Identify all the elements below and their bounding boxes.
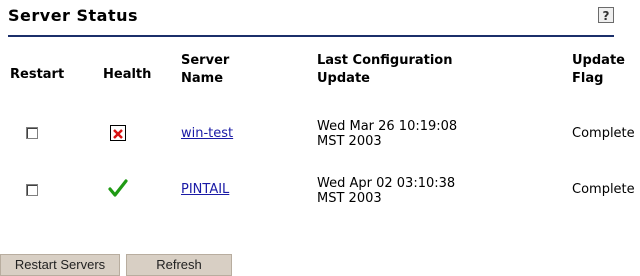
title-row: Server Status ? bbox=[8, 6, 614, 30]
column-header-last-update-line2: Update bbox=[317, 71, 370, 86]
restart-servers-button[interactable]: Restart Servers bbox=[0, 254, 120, 276]
last-update-win-test: Wed Mar 26 10:19:08 MST 2003 bbox=[317, 119, 457, 149]
error-x-icon bbox=[113, 129, 123, 139]
column-header-update-flag: Update Flag bbox=[572, 52, 632, 88]
page-title: Server Status bbox=[8, 6, 139, 25]
update-flag-win-test: Complete bbox=[572, 126, 635, 141]
restart-checkbox-pintail[interactable] bbox=[26, 184, 38, 196]
column-header-restart: Restart bbox=[10, 67, 65, 82]
column-header-update-flag-line2: Flag bbox=[572, 71, 604, 86]
column-header-last-update: Last Configuration Update bbox=[317, 52, 517, 88]
refresh-button[interactable]: Refresh bbox=[126, 254, 232, 276]
column-header-health: Health bbox=[103, 67, 152, 82]
last-update-line2: MST 2003 bbox=[317, 134, 382, 149]
column-header-update-flag-line1: Update bbox=[572, 53, 625, 68]
help-icon[interactable]: ? bbox=[598, 7, 614, 23]
update-flag-pintail: Complete bbox=[572, 182, 635, 197]
column-header-last-update-line1: Last Configuration bbox=[317, 53, 453, 68]
server-link-pintail[interactable]: PINTAIL bbox=[181, 182, 229, 197]
last-update-line2: MST 2003 bbox=[317, 191, 382, 206]
health-ok-checkmark-icon bbox=[108, 179, 128, 197]
last-update-line1: Wed Mar 26 10:19:08 bbox=[317, 119, 458, 134]
column-header-server-name-line2: Name bbox=[181, 71, 224, 86]
title-divider bbox=[8, 35, 614, 37]
server-link-win-test[interactable]: win-test bbox=[181, 126, 233, 141]
column-header-server-name-line1: Server bbox=[181, 53, 230, 68]
column-header-server-name: Server Name bbox=[181, 52, 271, 88]
health-error-icon bbox=[110, 125, 126, 141]
last-update-line1: Wed Apr 02 03:10:38 bbox=[317, 176, 456, 191]
last-update-pintail: Wed Apr 02 03:10:38 MST 2003 bbox=[317, 176, 455, 206]
restart-checkbox-win-test[interactable] bbox=[26, 127, 38, 139]
